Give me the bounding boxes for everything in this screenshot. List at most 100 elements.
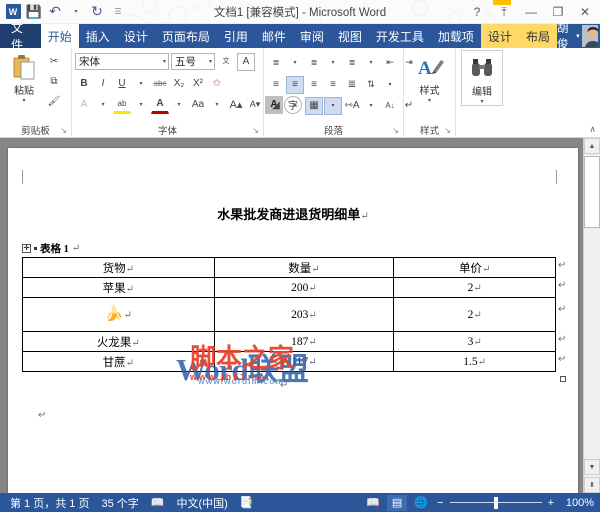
ribbon-tab-bar[interactable]: 文件 开始 插入 设计 页面布局 引用 邮件 审阅 视图 开发工具 加载项 设计… — [0, 21, 600, 52]
close-button[interactable]: ✕ — [572, 1, 598, 23]
zoom-slider-handle[interactable] — [493, 496, 498, 509]
tab-review[interactable]: 审阅 — [293, 24, 331, 48]
table-move-handle-icon[interactable]: ✛ — [22, 244, 31, 253]
cell-goods-sugarcane[interactable]: 甘蔗↵ — [22, 351, 215, 372]
multilevel-list-icon[interactable]: ≣ — [343, 54, 361, 72]
document-area[interactable]: 水果批发商进退货明细单↵ ✛ 表格 1 ↵ 货物↵ 数量↵ 单价↵ 苹果↵ 200… — [0, 138, 600, 493]
cell-price-banana[interactable]: 2↵ — [393, 297, 556, 332]
tab-mailings[interactable]: 邮件 — [255, 24, 293, 48]
table-caption[interactable]: ✛ 表格 1 ↵ — [22, 241, 80, 256]
paste-dropdown-icon[interactable]: ▾ — [22, 97, 25, 104]
adjust-spacing-icon[interactable]: ⇿A — [343, 97, 361, 115]
table-resize-handle-icon[interactable] — [560, 376, 566, 382]
text-highlight-dropdown-icon[interactable]: ▾ — [132, 96, 150, 114]
justify-icon[interactable]: ≡ — [324, 76, 342, 94]
word-count[interactable]: 35 个字 — [95, 495, 144, 511]
align-left-icon[interactable]: ≡ — [267, 76, 285, 94]
styles-button[interactable]: A 样式 ▾ — [409, 50, 451, 104]
window-controls[interactable]: ? ⤒ — ❐ ✕ — [464, 0, 598, 23]
scrollbar-thumb[interactable] — [584, 156, 600, 228]
language-indicator[interactable]: 中文(中国) — [170, 495, 233, 511]
line-spacing-dropdown-icon[interactable]: ▾ — [381, 76, 399, 94]
tab-table-design[interactable]: 设计 — [480, 24, 519, 48]
italic-icon[interactable]: I — [94, 75, 112, 93]
account-area[interactable]: 胡俊 ▾ — [557, 23, 600, 51]
text-effects-dropdown-icon[interactable]: ▾ — [94, 96, 112, 114]
font-color-dropdown-icon[interactable]: ▾ — [170, 96, 188, 114]
font-color-icon[interactable]: A — [151, 96, 169, 114]
font-size-input[interactable]: 五号 ▾ — [171, 53, 215, 70]
tab-table-layout[interactable]: 布局 — [518, 24, 557, 48]
cell-goods-apple[interactable]: 苹果↵ — [22, 277, 215, 298]
bold-icon[interactable]: B — [75, 75, 93, 93]
clipboard-dialog-launcher-icon[interactable]: ↘ — [60, 124, 67, 137]
tab-references[interactable]: 引用 — [217, 24, 255, 48]
maximize-button[interactable]: ❐ — [545, 1, 571, 23]
ribbon-display-options-button[interactable]: ⤒ — [491, 1, 517, 23]
table-row[interactable]: 甘蔗↵ 117↵ 1.5↵ — [22, 351, 556, 372]
cell-header-goods[interactable]: 货物↵ — [22, 257, 215, 278]
table-row[interactable]: 苹果↵ 200↵ 2↵ — [22, 277, 556, 298]
cell-qty-dragonfruit[interactable]: 187↵ — [213, 331, 395, 352]
zoom-slider[interactable] — [449, 496, 542, 510]
subscript-icon[interactable]: X₂ — [170, 75, 188, 93]
scroll-up-icon[interactable]: ▲ — [584, 138, 600, 154]
print-layout-view-button[interactable]: ▤ — [387, 494, 408, 511]
font-dialog-launcher-icon[interactable]: ↘ — [252, 124, 259, 137]
user-dropdown-icon[interactable]: ▾ — [576, 32, 580, 40]
borders-icon[interactable]: ▦ — [305, 96, 323, 115]
read-mode-view-button[interactable]: 📖 — [363, 495, 383, 511]
underline-icon[interactable]: U — [113, 75, 131, 93]
proofing-icon[interactable]: 📖 — [145, 496, 171, 509]
fruit-table[interactable]: 货物↵ 数量↵ 单价↵ 苹果↵ 200↵ 2↵ 🍌↵ 203↵ 2↵ 火龙果↵ … — [22, 257, 556, 372]
editing-button[interactable]: 编辑 ▾ — [461, 50, 503, 106]
strikethrough-icon[interactable]: abc — [151, 75, 169, 93]
cell-price-sugarcane[interactable]: 1.5↵ — [393, 351, 556, 372]
page-indicator[interactable]: 第 1 页，共 1 页 — [4, 495, 95, 511]
adjust-spacing-dropdown-icon[interactable]: ▾ — [362, 97, 380, 115]
distribute-icon[interactable]: ≣ — [343, 76, 361, 94]
cell-goods-dragonfruit[interactable]: 火龙果↵ — [22, 331, 215, 352]
vertical-scrollbar[interactable]: ▲ ▼ ⬍ — [583, 138, 600, 493]
text-effects-icon[interactable]: A — [75, 96, 93, 114]
font-name-input[interactable]: 宋体 ▾ — [75, 53, 169, 70]
collapse-ribbon-button[interactable]: ∧ — [589, 124, 596, 135]
tab-design[interactable]: 设计 — [117, 24, 155, 48]
change-case-icon[interactable]: Aa — [189, 96, 207, 114]
tab-insert[interactable]: 插入 — [79, 24, 117, 48]
cell-header-quantity[interactable]: 数量↵ — [213, 257, 395, 278]
change-case-dropdown-icon[interactable]: ▾ — [208, 96, 226, 114]
table-row[interactable]: 🍌↵ 203↵ 2↵ — [22, 297, 556, 332]
paste-button[interactable]: 粘贴 ▾ — [3, 50, 45, 104]
styles-dropdown-icon[interactable]: ▾ — [428, 97, 431, 104]
cut-icon[interactable]: ✂ — [45, 53, 63, 71]
zoom-level[interactable]: 100% — [560, 497, 594, 509]
cell-header-price[interactable]: 单价↵ — [393, 257, 556, 278]
multilevel-dropdown-icon[interactable]: ▾ — [362, 54, 380, 72]
enclose-characters-icon[interactable]: A — [237, 52, 255, 71]
zoom-out-button[interactable]: − — [435, 497, 445, 509]
clear-formatting-icon[interactable]: ✩ — [208, 75, 226, 93]
align-right-icon[interactable]: ≡ — [305, 76, 323, 94]
copy-icon[interactable]: ⧉ — [45, 73, 63, 91]
underline-dropdown-icon[interactable]: ▾ — [132, 75, 150, 93]
scroll-down-icon[interactable]: ▼ — [584, 459, 600, 475]
help-button[interactable]: ? — [464, 1, 490, 23]
numbering-dropdown-icon[interactable]: ▾ — [324, 54, 342, 72]
cell-price-apple[interactable]: 2↵ — [393, 277, 556, 298]
numbering-icon[interactable]: ≣ — [305, 54, 323, 72]
tab-addins[interactable]: 加载项 — [431, 24, 481, 48]
banana-image[interactable]: 🍌 — [105, 306, 124, 322]
cell-qty-apple[interactable]: 200↵ — [213, 277, 395, 298]
editing-dropdown-icon[interactable]: ▾ — [480, 98, 483, 105]
cell-price-dragonfruit[interactable]: 3↵ — [393, 331, 556, 352]
cell-qty-banana[interactable]: 203↵ — [213, 297, 395, 332]
zoom-in-button[interactable]: + — [546, 497, 556, 509]
borders-dropdown-icon[interactable]: ▾ — [324, 96, 342, 115]
bullets-icon[interactable]: ≣ — [267, 54, 285, 72]
minimize-button[interactable]: — — [518, 1, 544, 23]
align-center-icon[interactable]: ≡ — [286, 75, 304, 94]
format-painter-icon[interactable]: 🖌 — [45, 93, 63, 111]
scroll-split-icon[interactable]: ⬍ — [584, 477, 600, 493]
tab-view[interactable]: 视图 — [331, 24, 369, 48]
